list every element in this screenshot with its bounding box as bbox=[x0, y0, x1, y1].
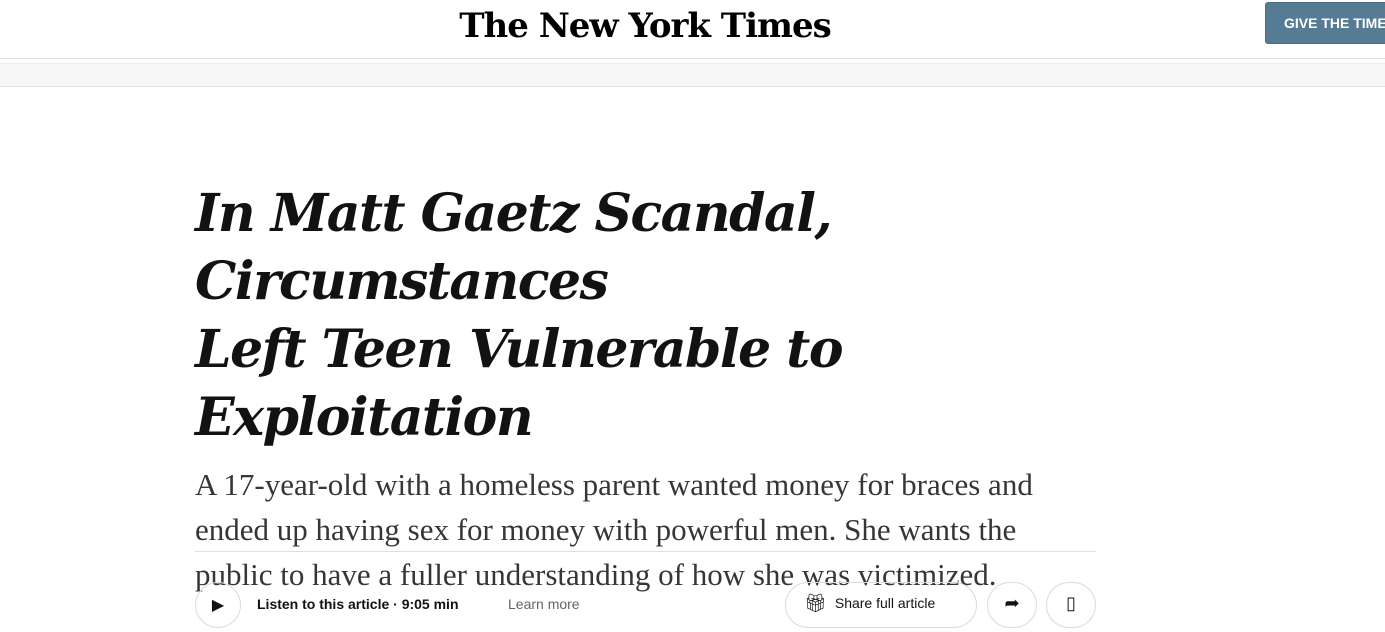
divider bbox=[195, 551, 1096, 552]
gift-icon: 🎁︎ bbox=[804, 593, 827, 613]
nyt-logo[interactable]: The New York Times bbox=[0, 6, 1290, 46]
article-headline: In Matt Gaetz Scandal, Circumstances Lef… bbox=[195, 180, 1100, 452]
headline-line-1: In Matt Gaetz Scandal, Circumstances bbox=[195, 183, 833, 312]
bookmark-icon: ▯ bbox=[1066, 593, 1076, 613]
listen-label: Listen to this article · 9:05 min bbox=[257, 596, 459, 612]
learn-more-link[interactable]: Learn more bbox=[508, 596, 580, 612]
share-button[interactable]: ➦ bbox=[987, 582, 1037, 628]
play-icon: ▶ bbox=[211, 597, 225, 614]
play-audio-button[interactable]: ▶ bbox=[195, 582, 241, 628]
give-the-times-button[interactable]: GIVE THE TIMES bbox=[1265, 2, 1385, 44]
article-summary: A 17-year-old with a homeless parent wan… bbox=[195, 467, 1033, 592]
section-nav-bar bbox=[0, 63, 1385, 87]
article-header: In Matt Gaetz Scandal, Circumstances Lef… bbox=[195, 180, 1100, 597]
share-icon: ➦ bbox=[1004, 593, 1020, 613]
headline-line-2: Left Teen Vulnerable to Exploitation bbox=[195, 319, 844, 448]
masthead: The New York Times GIVE THE TIMES bbox=[0, 0, 1385, 59]
share-full-label: Share full article bbox=[834, 595, 936, 611]
share-full-article-button[interactable]: 🎁︎ Share full article bbox=[785, 582, 977, 628]
article-toolbar: ▶ Listen to this article · 9:05 min Lear… bbox=[195, 582, 1100, 632]
save-button[interactable]: ▯ bbox=[1046, 582, 1096, 628]
